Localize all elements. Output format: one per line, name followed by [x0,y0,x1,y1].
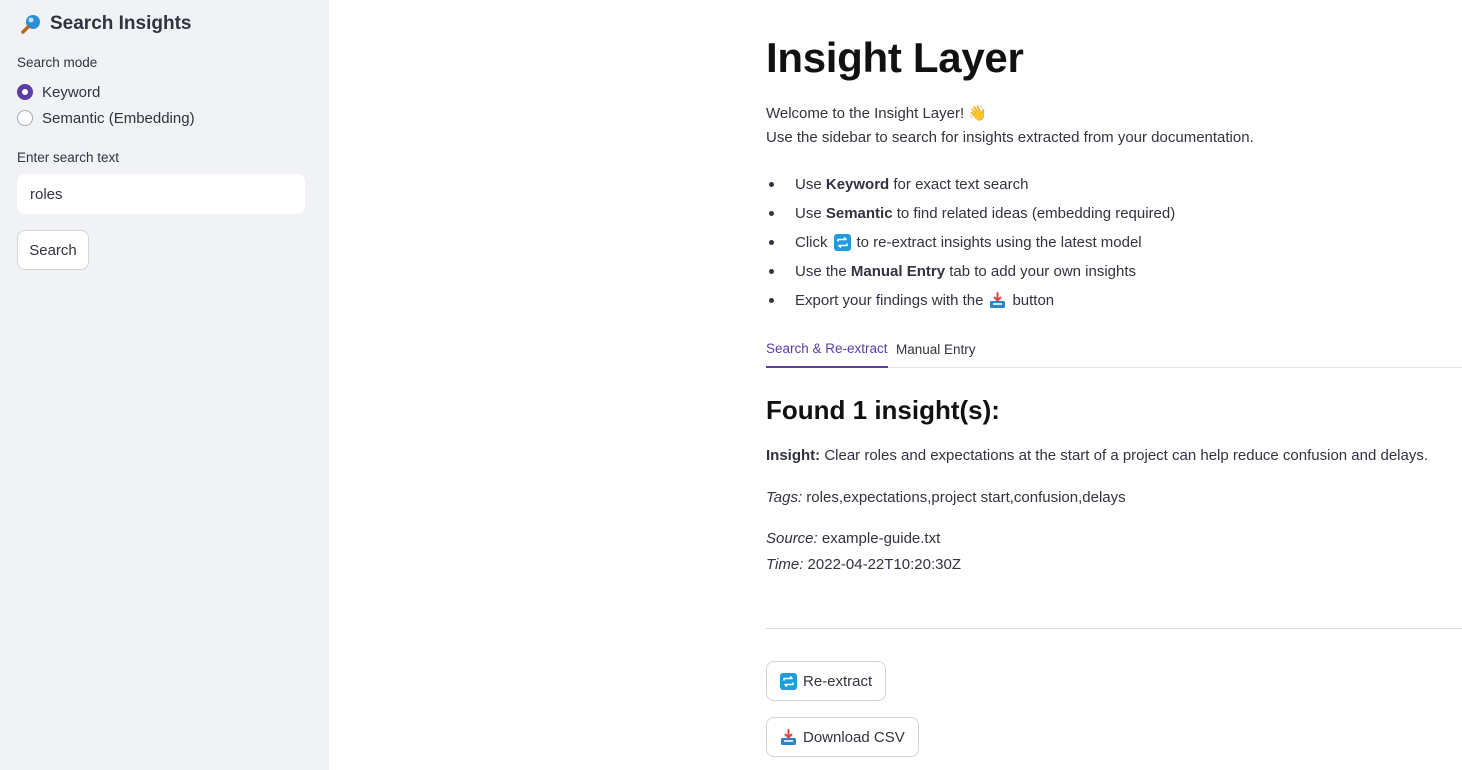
search-input[interactable] [17,174,305,214]
tags-value: roles,expectations,project start,confusi… [802,489,1126,506]
tab-search-reextract[interactable]: Search & Re-extract [766,330,888,368]
radio-semantic[interactable]: Semantic (Embedding) [17,107,195,129]
tab-bar: Search & Re-extract Manual Entry [766,330,1462,368]
radio-unchecked-indicator [17,110,33,126]
bullet-bold: Semantic [825,205,893,222]
bullet-text: tab to add your own insights [949,263,1137,280]
divider [766,628,1462,629]
search-text-label: Enter search text [17,150,120,165]
tags-line: Tags: roles,expectations,project start,c… [766,489,1126,506]
list-item: Use Semantic to find related ideas (embe… [766,199,1366,228]
bullet-dot [769,211,774,216]
bullet-dot [769,182,774,187]
download-button-label: Download CSV [803,728,905,746]
insight-label: Insight: [766,447,821,464]
app-root: Search Insights Search mode Keyword Sema… [0,0,1462,770]
list-item: Click to re-extract insights using the l… [766,228,1366,257]
insight-text: Clear roles and expectations at the star… [820,447,1429,464]
radio-semantic-label: Semantic (Embedding) [42,109,195,127]
search-mode-label: Search mode [17,55,98,70]
main-content: Insight Layer Welcome to the Insight Lay… [766,0,1462,770]
magnifying-glass-icon [20,13,42,35]
bullet-text: Use [795,205,822,222]
reextract-button[interactable]: Re-extract [766,661,887,701]
tab-manual-entry[interactable]: Manual Entry [896,330,976,368]
time-line: Time: 2022-04-22T10:20:30Z [766,556,961,573]
inbox-tray-icon [780,728,797,746]
source-value: example-guide.txt [817,530,941,547]
repeat-icon [833,234,851,251]
bullet-dot [769,298,774,303]
sidebar-title: Search Insights [20,10,192,38]
bullet-bold: Keyword [825,176,890,193]
radio-keyword[interactable]: Keyword [17,81,100,103]
insight-line: Insight: Clear roles and expectations at… [766,447,1428,464]
source-label: Source: [766,530,818,547]
bullet-text: Use the [795,263,847,280]
bullet-text: button [1012,292,1055,309]
time-value: 2022-04-22T10:20:30Z [803,556,961,573]
list-item: Use Keyword for exact text search [766,170,1366,199]
repeat-icon [780,672,797,690]
bullet-text: to find related ideas (embedding require… [896,205,1176,222]
radio-checked-indicator [17,84,33,100]
page-title: Insight Layer [766,34,1024,81]
radio-keyword-label: Keyword [42,83,101,101]
bullet-text: to re-extract insights using the latest … [856,234,1142,251]
bullet-text: Use [795,176,822,193]
bullet-dot [769,240,774,245]
sidebar: Search Insights Search mode Keyword Sema… [0,0,329,770]
intro-text: Use the sidebar to search for insights e… [766,129,1254,146]
tags-label: Tags: [766,489,803,506]
search-button[interactable]: Search [17,230,89,270]
bullet-bold: Manual Entry [850,263,946,280]
welcome-text: Welcome to the Insight Layer! 👋 [766,105,988,122]
reextract-button-label: Re-extract [803,672,873,690]
inbox-tray-icon [989,292,1006,309]
list-item: Use the Manual Entry tab to add your own… [766,257,1366,286]
bullet-text: for exact text search [893,176,1029,193]
bullet-text: Click [795,234,828,251]
results-heading: Found 1 insight(s): [766,395,1000,425]
source-line: Source: example-guide.txt [766,530,940,547]
help-list: Use Keyword for exact text search Use Se… [766,170,1366,315]
time-label: Time: [766,556,804,573]
bullet-text: Export your findings with the [795,292,984,309]
list-item: Export your findings with the button [766,286,1366,315]
bullet-dot [769,269,774,274]
download-csv-button[interactable]: Download CSV [766,717,919,757]
sidebar-title-text: Search Insights [50,13,192,34]
